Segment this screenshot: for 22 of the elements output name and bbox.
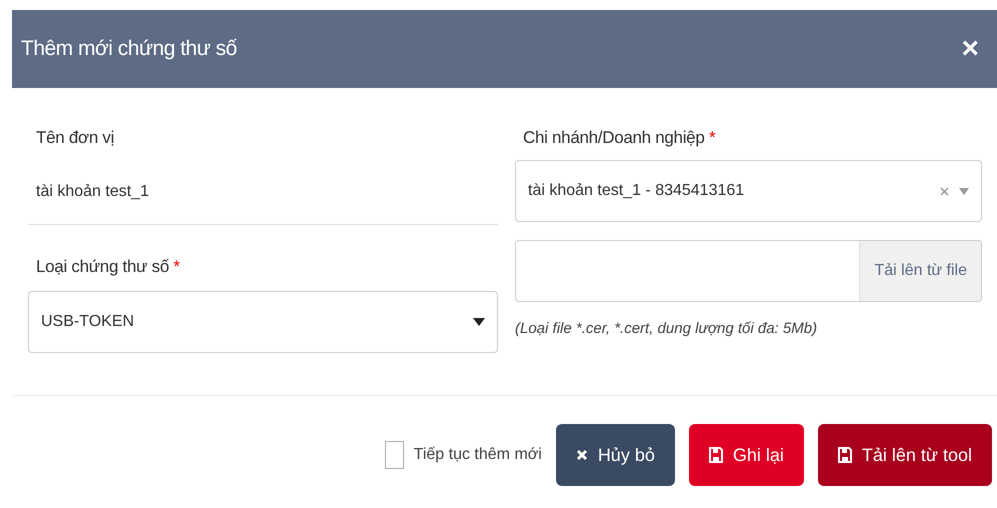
field-label: Loại chứng thư số * [35, 257, 181, 277]
cert-type-select[interactable]: USB-TOKEN [28, 291, 498, 353]
field-label: Chi nhánh/Doanh nghiệp * [522, 128, 716, 148]
save-button[interactable]: Ghi lại [688, 424, 804, 486]
required-mark: * [173, 257, 180, 276]
cancel-button[interactable]: Hủy bỏ [556, 424, 675, 486]
tool-button[interactable]: Tải lên từ tool [818, 424, 992, 486]
checkbox[interactable] [384, 441, 404, 469]
unit-name-field: tài khoản test_1 [28, 160, 498, 225]
caret-icon [473, 318, 485, 326]
close-icon [576, 449, 588, 461]
branch-select[interactable]: tài khoản test_1 - 8345413161 [515, 160, 982, 222]
file-hint: (Loại file *.cer, *.cert, dung lượng tối đa: 5Mb) [515, 320, 818, 337]
checkbox-label: Tiếp tục thêm mới [414, 446, 542, 464]
upload-file-button[interactable]: Tải lên từ file [859, 241, 981, 301]
clear-icon[interactable] [940, 186, 949, 196]
field-label: Tên đơn vị [35, 128, 116, 148]
close-button[interactable]: × [957, 34, 983, 64]
required-mark: * [708, 128, 716, 147]
caret-icon [959, 188, 969, 194]
dialog-title: Thêm mới chứng thư số [21, 37, 237, 61]
file-input[interactable]: Tải lên từ file [515, 240, 982, 302]
